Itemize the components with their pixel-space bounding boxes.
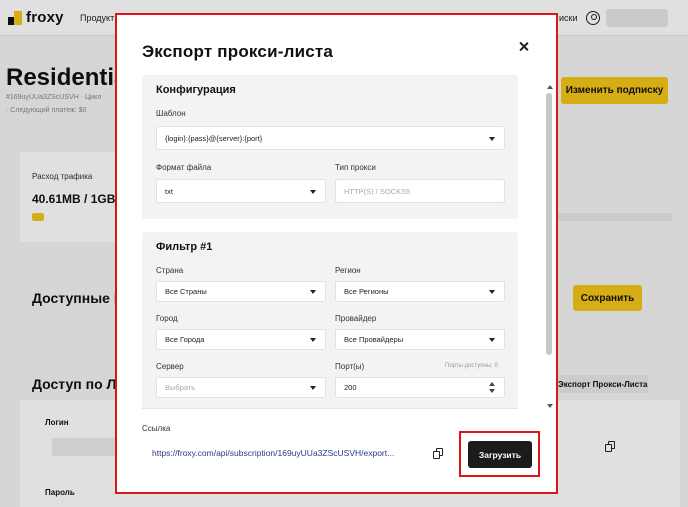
chevron-down-icon xyxy=(489,137,495,141)
ports-available: Порты доступны: 0 xyxy=(445,363,498,369)
city-value: Все Города xyxy=(165,335,205,344)
close-icon[interactable] xyxy=(516,39,532,55)
filter-section: Фильтр #1 Страна Все Страны Регион Все Р… xyxy=(142,232,518,408)
template-value: {login}:{pass}@{server}:{port} xyxy=(165,133,263,143)
server-select[interactable]: Выбрать xyxy=(156,377,326,398)
modal-scroll-area[interactable]: Конфигурация Шаблон {login}:{pass}@{serv… xyxy=(142,75,542,408)
chevron-down-icon xyxy=(310,290,316,294)
export-proxy-list-modal: Экспорт прокси-листа Конфигурация Шаблон… xyxy=(117,15,556,492)
proxy-type-label: Тип прокси xyxy=(335,163,376,172)
scroll-up-icon[interactable] xyxy=(547,85,553,89)
template-select[interactable]: {login}:{pass}@{server}:{port} xyxy=(156,126,505,150)
divider xyxy=(142,408,518,409)
server-placeholder: Выбрать xyxy=(165,383,196,392)
modal-scrollbar[interactable] xyxy=(545,85,555,408)
file-format-select[interactable]: txt xyxy=(156,179,326,203)
export-link[interactable]: https://froxy.com/api/subscription/169uy… xyxy=(152,448,394,458)
file-format-label: Формат файла xyxy=(156,163,212,172)
ports-input[interactable]: 200 xyxy=(335,377,505,398)
provider-value: Все Провайдеры xyxy=(344,335,404,344)
region-value: Все Регионы xyxy=(344,287,389,296)
city-select[interactable]: Все Города xyxy=(156,329,326,350)
chevron-down-icon xyxy=(489,290,495,294)
scroll-down-icon[interactable] xyxy=(547,404,553,408)
ports-label: Порт(ы) xyxy=(335,362,365,371)
city-label: Город xyxy=(156,314,178,323)
link-label: Ссылка xyxy=(142,424,171,433)
provider-label: Провайдер xyxy=(335,314,377,323)
filter-title: Фильтр #1 xyxy=(156,241,213,253)
proxy-type-value: HTTP(S) / SOCKS5 xyxy=(344,186,411,196)
provider-select[interactable]: Все Провайдеры xyxy=(335,329,505,350)
configuration-section: Конфигурация Шаблон {login}:{pass}@{serv… xyxy=(142,75,518,219)
ports-value: 200 xyxy=(344,383,357,392)
scrollbar-thumb[interactable] xyxy=(546,93,552,355)
chevron-down-icon xyxy=(310,190,316,194)
server-label: Сервер xyxy=(156,362,184,371)
country-select[interactable]: Все Страны xyxy=(156,281,326,302)
file-format-value: txt xyxy=(165,186,173,196)
chevron-down-icon xyxy=(310,386,316,390)
copy-link-icon[interactable] xyxy=(433,448,444,459)
country-value: Все Страны xyxy=(165,287,207,296)
download-button[interactable]: Загрузить xyxy=(468,441,532,468)
modal-title: Экспорт прокси-листа xyxy=(142,42,334,61)
region-select[interactable]: Все Регионы xyxy=(335,281,505,302)
chevron-down-icon xyxy=(310,338,316,342)
region-label: Регион xyxy=(335,266,361,275)
country-label: Страна xyxy=(156,266,184,275)
template-label: Шаблон xyxy=(156,109,186,118)
stepper-arrows-icon[interactable] xyxy=(489,382,495,394)
proxy-type-field: HTTP(S) / SOCKS5 xyxy=(335,179,505,203)
configuration-title: Конфигурация xyxy=(156,84,236,96)
chevron-down-icon xyxy=(489,338,495,342)
